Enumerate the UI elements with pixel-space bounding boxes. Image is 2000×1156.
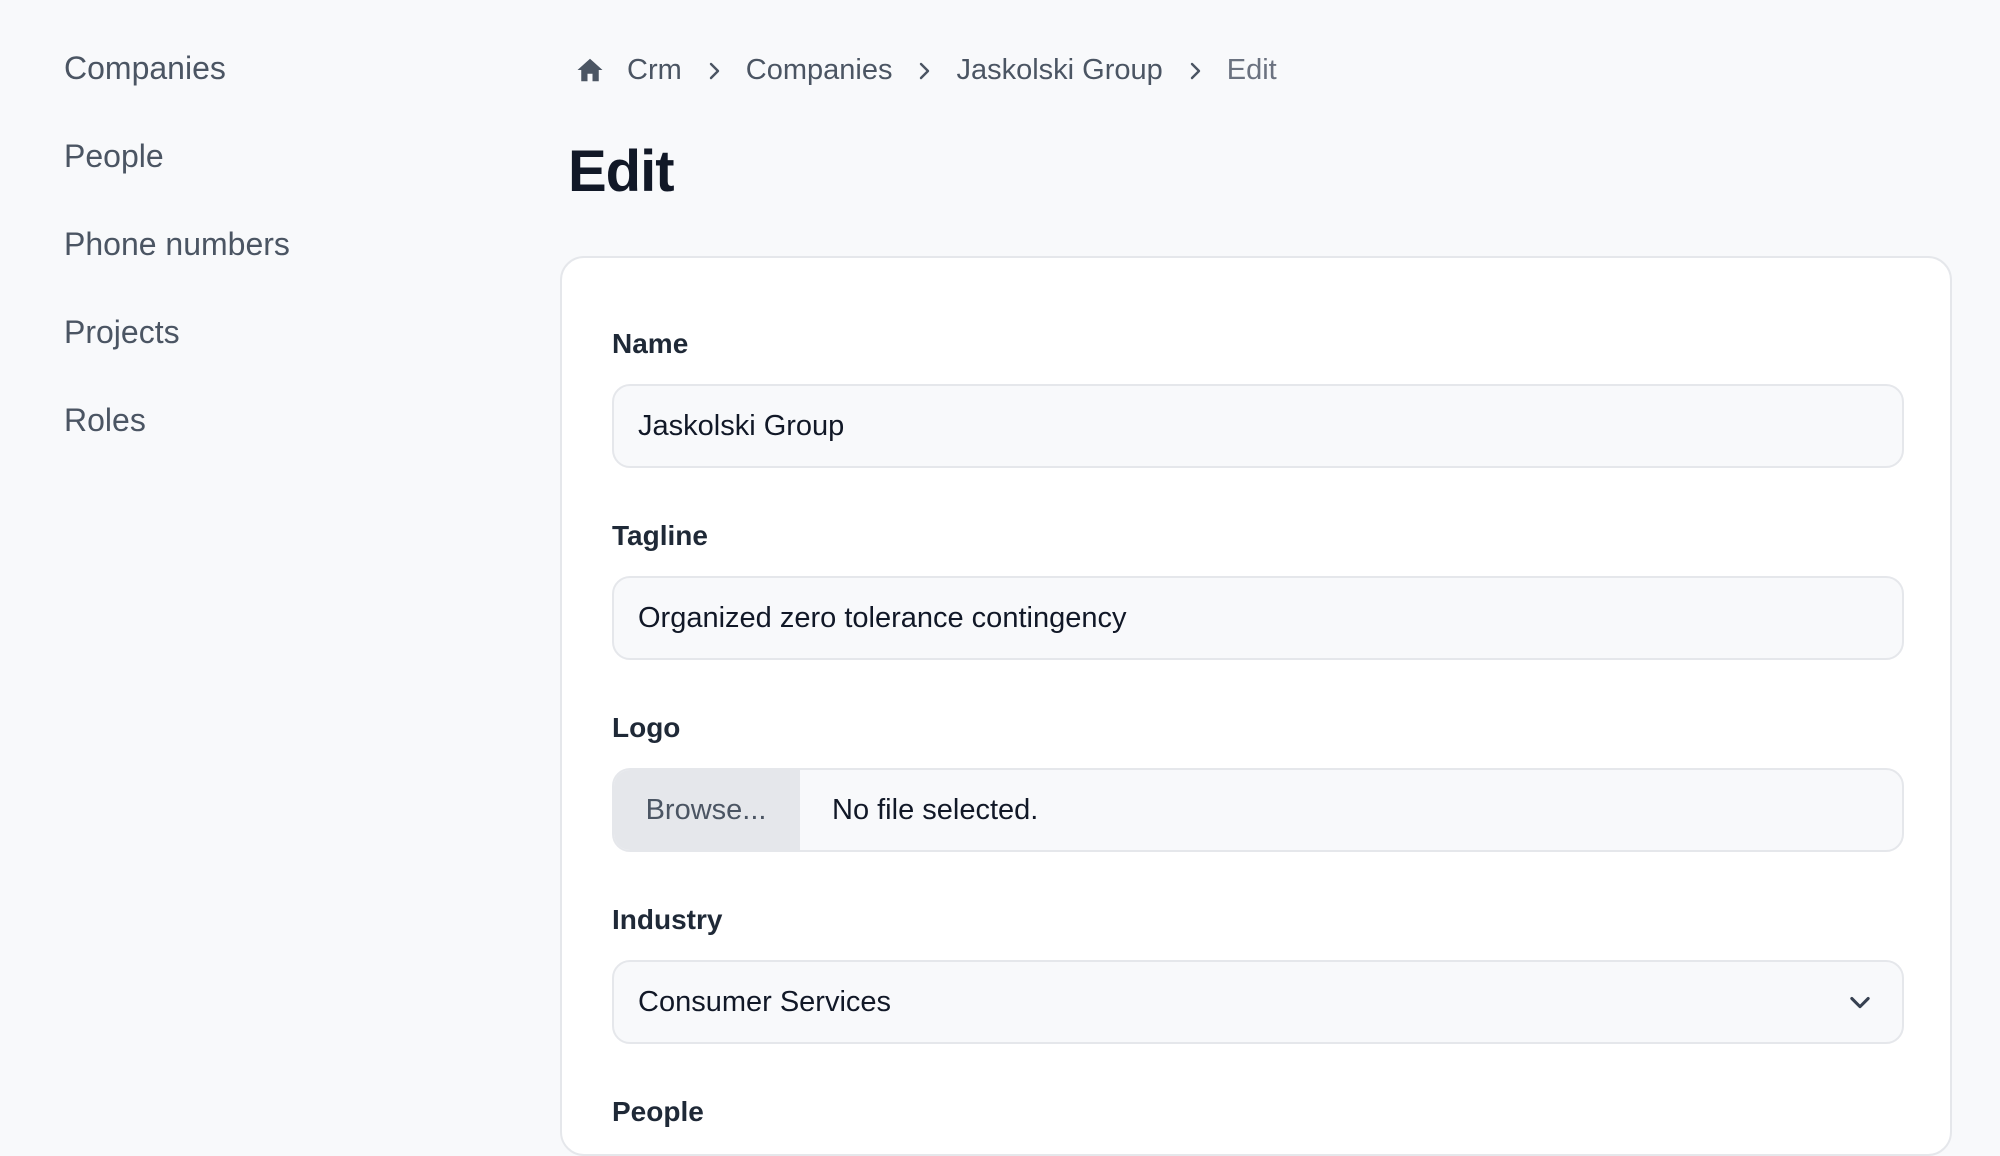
browse-button[interactable]: Browse... [614,770,800,850]
sidebar-item-people[interactable]: People [64,138,164,175]
home-icon[interactable] [575,55,605,85]
chevron-right-icon [912,58,936,82]
chevron-down-icon [1846,988,1874,1016]
sidebar: Companies People Phone numbers Projects … [0,0,540,1125]
name-input[interactable]: Jaskolski Group [612,384,1904,468]
name-label: Name [612,328,689,359]
breadcrumb-edit: Edit [1226,53,1277,86]
breadcrumb-crm[interactable]: Crm [627,54,682,87]
main-content: Crm Companies Jaskolski Group Edit Edit … [560,0,2000,1156]
logo-label: Logo [612,712,681,743]
chevron-right-icon [1183,58,1207,82]
tagline-label: Tagline [612,520,708,551]
industry-select[interactable]: Consumer Services [612,960,1904,1044]
people-label: People [612,1096,704,1127]
page-title: Edit [568,139,675,204]
tagline-input[interactable]: Organized zero tolerance contingency [612,576,1904,660]
logo-file-input[interactable]: Browse... No file selected. [612,768,1904,852]
sidebar-item-phone-numbers[interactable]: Phone numbers [64,226,290,263]
breadcrumb-jaskolski-group[interactable]: Jaskolski Group [956,54,1162,87]
tagline-input-value: Organized zero tolerance contingency [638,601,1127,634]
breadcrumb: Crm Companies Jaskolski Group Edit [575,50,1277,90]
industry-selected-value: Consumer Services [638,985,892,1018]
sidebar-item-projects[interactable]: Projects [64,314,180,351]
industry-label: Industry [612,904,723,935]
sidebar-item-companies[interactable]: Companies [64,50,226,87]
file-status: No file selected. [832,793,1039,826]
form-card: Name Jaskolski Group Tagline Organized z… [560,256,1952,1156]
chevron-right-icon [702,58,726,82]
sidebar-item-roles[interactable]: Roles [64,402,146,439]
breadcrumb-companies[interactable]: Companies [746,54,893,87]
name-input-value: Jaskolski Group [638,409,845,442]
